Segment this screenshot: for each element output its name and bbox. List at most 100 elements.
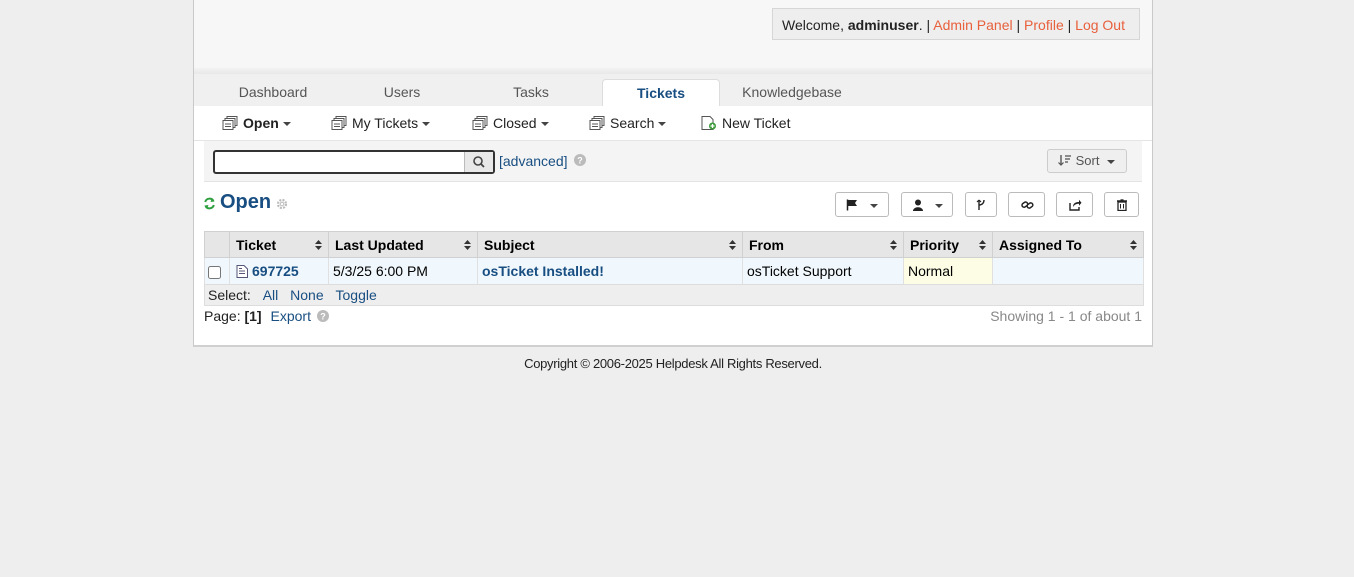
tab-users[interactable]: Users [344,79,460,106]
new-ticket-icon [701,116,716,130]
search-input[interactable] [217,153,457,169]
sub-nav: Open My Tickets Closed Search New Ticket [194,106,1152,141]
column-header-label: Last Updated [335,236,424,253]
subnav-closed[interactable]: Closed [472,106,549,140]
search-button[interactable] [464,152,493,172]
select-all-link[interactable]: All [263,287,279,303]
flag-dropdown-button[interactable] [835,192,889,217]
sort-arrows-icon [1130,240,1137,250]
ticket-number-link[interactable]: 697725 [252,263,299,279]
tab-knowledgebase[interactable]: Knowledgebase [731,79,853,106]
tickets-icon [331,116,347,130]
current-page: [1] [244,308,262,324]
header-checkbox-column [204,231,230,258]
sort-arrows-icon [464,240,471,250]
search-box [213,150,495,174]
sort-arrows-icon [979,240,986,250]
merge-icon [976,199,985,210]
priority-cell: Normal [903,257,993,285]
chevron-down-icon [540,122,549,127]
ticket-number-cell: 697725 [229,257,329,285]
link-icon [1021,201,1034,209]
subnav-closed-label: Closed [493,115,537,131]
welcome-prefix: Welcome, [782,17,848,33]
sort-arrows-icon [890,240,897,250]
merge-button[interactable] [965,192,997,217]
chevron-down-icon [422,122,431,127]
select-none-link[interactable]: None [290,287,323,303]
pagination: Page: [1] Export ? [204,308,329,324]
sort-icon [1058,155,1071,166]
transfer-button[interactable] [1056,192,1093,217]
sort-label: Sort [1075,153,1100,168]
share-icon [1069,199,1082,211]
subject-cell: osTicket Installed! [477,257,743,285]
assign-dropdown-button[interactable] [901,192,953,217]
username: adminuser [847,17,919,33]
flag-icon [846,199,857,211]
link-button[interactable] [1008,192,1045,217]
chevron-down-icon [870,204,878,208]
gear-icon[interactable] [276,198,288,210]
refresh-icon[interactable] [203,197,216,210]
subnav-my-tickets-label: My Tickets [352,115,419,131]
column-header-priority[interactable]: Priority [903,231,993,258]
help-icon[interactable]: ? [574,154,586,166]
chevron-down-icon [1107,159,1116,164]
help-icon[interactable]: ? [316,310,329,322]
chevron-down-icon [282,122,291,127]
subnav-new-ticket[interactable]: New Ticket [701,106,790,140]
trash-icon [1117,199,1127,211]
select-toggle-link[interactable]: Toggle [336,287,377,303]
subnav-search[interactable]: Search [589,106,667,140]
profile-link[interactable]: Profile [1024,17,1064,33]
column-header-label: Subject [484,236,535,253]
subnav-open[interactable]: Open [222,106,291,140]
advanced-search-link[interactable]: [advanced] [499,153,568,169]
sort-arrows-icon [729,240,736,250]
column-header-subject[interactable]: Subject [477,231,743,258]
separator: | [1063,17,1076,33]
row-checkbox[interactable] [208,265,221,279]
chevron-down-icon [935,204,943,208]
tickets-table: Ticket Last Updated Subject From Priorit… [204,231,1144,285]
search-bar: [advanced] ? Sort [204,141,1142,182]
tab-dashboard[interactable]: Dashboard [214,79,332,106]
ticket-icon [236,265,248,278]
page-title: Open [220,191,272,213]
results-count: Showing 1 - 1 of about 1 [990,308,1142,324]
sort-arrows-icon [315,240,322,250]
tickets-icon [222,116,238,130]
user-icon [913,199,923,211]
column-header-assigned-to[interactable]: Assigned To [992,231,1144,258]
welcome-suffix: . | [918,17,934,33]
tab-tasks[interactable]: Tasks [473,79,589,106]
tickets-icon [472,116,488,130]
subnav-my-tickets[interactable]: My Tickets [331,106,431,140]
row-select-cell [204,257,230,285]
separator: | [1012,17,1025,33]
header: Welcome, adminuser. | Admin Panel | Prof… [194,0,1152,74]
column-header-label: Assigned To [999,236,1082,253]
sort-button[interactable]: Sort [1047,149,1127,173]
export-link[interactable]: Export [271,308,311,324]
tab-tickets[interactable]: Tickets [602,79,720,107]
chevron-down-icon [658,122,667,127]
subnav-search-label: Search [610,115,655,131]
admin-panel-link[interactable]: Admin Panel [933,17,1012,33]
column-header-label: From [749,236,784,253]
column-header-last-updated[interactable]: Last Updated [328,231,478,258]
main-nav: Dashboard Users Tasks Tickets Knowledgeb… [194,74,1152,107]
svg-text:?: ? [577,156,583,166]
column-header-label: Ticket [236,236,277,253]
column-header-from[interactable]: From [742,231,904,258]
footer-copyright: Copyright © 2006-2025 Helpdesk All Right… [524,356,822,371]
last-updated-cell: 5/3/25 6:00 PM [328,257,478,285]
subject-link[interactable]: osTicket Installed! [482,263,604,279]
logout-link[interactable]: Log Out [1075,17,1125,33]
svg-text:?: ? [320,312,326,322]
delete-button[interactable] [1104,192,1139,217]
table-header-row: Ticket Last Updated Subject From Priorit… [204,231,1144,258]
column-header-ticket[interactable]: Ticket [229,231,329,258]
subnav-open-label: Open [243,115,279,131]
